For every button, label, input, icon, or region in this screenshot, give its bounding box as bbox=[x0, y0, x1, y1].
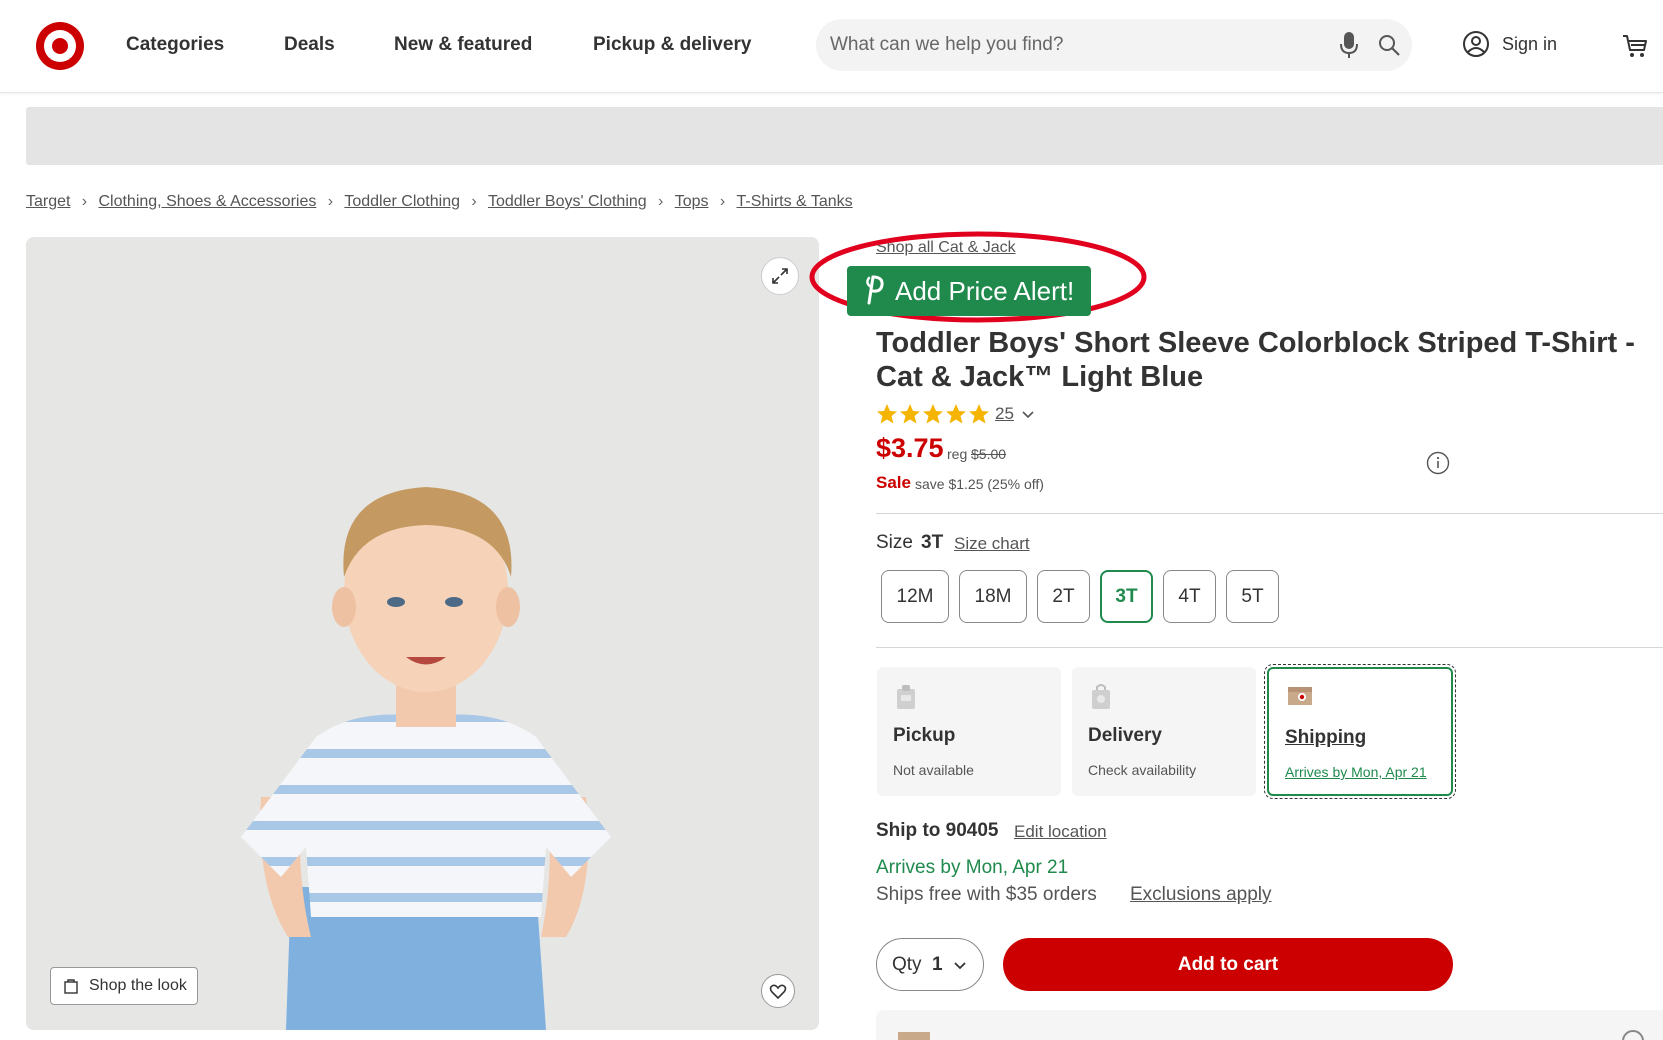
star-icon bbox=[946, 404, 966, 424]
fulfillment-status: Not available bbox=[893, 762, 974, 778]
store-icon bbox=[897, 685, 915, 709]
size-option-12m[interactable]: 12M bbox=[881, 570, 949, 623]
selected-size-value: 3T bbox=[921, 532, 944, 553]
sign-in-button[interactable]: Sign in bbox=[1462, 30, 1568, 60]
free-shipping-note: Ships free with $35 orders bbox=[876, 884, 1097, 905]
breadcrumb-link-tshirts[interactable]: T-Shirts & Tanks bbox=[736, 193, 852, 211]
exclusions-link[interactable]: Exclusions apply bbox=[1130, 884, 1272, 906]
bottom-card-partial bbox=[876, 1010, 1663, 1040]
fulfillment-card-shipping[interactable]: Shipping Arrives by Mon, Apr 21 bbox=[1264, 664, 1456, 799]
breadcrumb-link-toddler-clothing[interactable]: Toddler Clothing bbox=[344, 193, 460, 211]
cart-icon[interactable] bbox=[1621, 32, 1649, 60]
target-logo[interactable] bbox=[34, 20, 86, 72]
price-alert-label: Add Price Alert! bbox=[895, 276, 1075, 306]
nav-pickup-delivery[interactable]: Pickup & delivery bbox=[593, 30, 751, 60]
product-title: Toddler Boys' Short Sleeve Colorblock St… bbox=[876, 327, 1635, 393]
quantity-value: 1 bbox=[932, 954, 943, 975]
toddler-tshirt-photo bbox=[26, 237, 819, 1030]
expand-image-button[interactable] bbox=[761, 257, 799, 295]
chevron-right-icon: › bbox=[719, 193, 726, 210]
fulfillment-card-pickup[interactable]: Pickup Not available bbox=[877, 667, 1061, 796]
arrival-date: Arrives by Mon, Apr 21 bbox=[876, 857, 1069, 878]
size-option-2t[interactable]: 2T bbox=[1037, 570, 1090, 623]
regular-price-label: reg bbox=[947, 446, 968, 462]
size-label: Size bbox=[876, 532, 913, 553]
product-image[interactable] bbox=[26, 237, 819, 1030]
fulfillment-status: Check availability bbox=[1088, 762, 1197, 778]
regular-price: $5.00 bbox=[971, 446, 1007, 462]
shipping-box-icon bbox=[1288, 687, 1312, 705]
breadcrumb-link-toddler-boys[interactable]: Toddler Boys' Clothing bbox=[488, 193, 647, 211]
size-chart-link[interactable]: Size chart bbox=[954, 534, 1030, 554]
breadcrumb-link-tops[interactable]: Tops bbox=[675, 193, 709, 211]
price-alert-logo-icon bbox=[866, 275, 884, 305]
sale-badge: Sale bbox=[876, 473, 911, 492]
divider bbox=[876, 513, 1663, 514]
expand-icon bbox=[772, 268, 788, 284]
favorite-button[interactable] bbox=[761, 974, 795, 1008]
size-option-4t[interactable]: 4T bbox=[1163, 570, 1216, 623]
microphone-icon[interactable] bbox=[1337, 30, 1361, 60]
fulfillment-card-delivery[interactable]: Delivery Check availability bbox=[1072, 667, 1256, 796]
search-icon[interactable] bbox=[1377, 33, 1401, 57]
nav-deals[interactable]: Deals bbox=[284, 30, 335, 60]
star-rating[interactable] bbox=[876, 403, 991, 425]
fulfillment-title: Delivery bbox=[1088, 725, 1162, 746]
search-input[interactable] bbox=[830, 19, 1300, 71]
shipping-box-icon bbox=[898, 1032, 930, 1040]
savings-text: save $1.25 (25% off) bbox=[915, 476, 1044, 492]
star-icon bbox=[923, 404, 943, 424]
size-option-5t[interactable]: 5T bbox=[1226, 570, 1279, 623]
star-icon bbox=[900, 404, 920, 424]
quantity-label: Qty bbox=[892, 954, 922, 975]
chevron-right-icon: › bbox=[327, 193, 334, 210]
nav-new-featured[interactable]: New & featured bbox=[394, 30, 532, 60]
ad-placeholder-banner bbox=[26, 107, 1663, 165]
breadcrumb-link-clothing[interactable]: Clothing, Shoes & Accessories bbox=[98, 193, 316, 211]
fulfillment-title: Shipping bbox=[1285, 727, 1367, 748]
sale-price: $3.75 bbox=[876, 433, 944, 463]
ship-to-zip: Ship to 90405 bbox=[876, 820, 999, 841]
size-option-3t[interactable]: 3T bbox=[1100, 570, 1153, 623]
shopping-bag-icon bbox=[64, 979, 78, 994]
star-icon bbox=[969, 404, 989, 424]
breadcrumb-link-target[interactable]: Target bbox=[26, 193, 70, 211]
star-icon bbox=[877, 404, 897, 424]
site-header: Categories Deals New & featured Pickup &… bbox=[0, 0, 1663, 93]
breadcrumb: Target › Clothing, Shoes & Accessories ›… bbox=[26, 190, 853, 214]
info-icon[interactable] bbox=[1426, 451, 1450, 475]
nav-categories[interactable]: Categories bbox=[126, 30, 224, 60]
chevron-right-icon: › bbox=[81, 193, 88, 210]
chevron-down-icon[interactable] bbox=[1020, 406, 1036, 422]
fulfillment-status: Arrives by Mon, Apr 21 bbox=[1285, 764, 1427, 780]
add-price-alert-button[interactable]: Add Price Alert! bbox=[847, 266, 1091, 316]
fulfillment-title: Pickup bbox=[893, 725, 956, 746]
chevron-down-icon bbox=[954, 962, 966, 970]
shop-the-look-label: Shop the look bbox=[89, 977, 187, 994]
chevron-right-icon: › bbox=[658, 193, 664, 210]
shop-the-look-button[interactable]: Shop the look bbox=[50, 967, 198, 1005]
account-icon bbox=[1463, 31, 1489, 57]
review-count-link[interactable]: 25 bbox=[995, 404, 1014, 424]
shopping-bag-icon bbox=[1092, 684, 1110, 709]
edit-location-link[interactable]: Edit location bbox=[1014, 822, 1107, 842]
quantity-select[interactable]: Qty 1 bbox=[876, 938, 984, 991]
divider bbox=[876, 647, 1663, 648]
search-bar bbox=[816, 19, 1412, 71]
size-option-18m[interactable]: 18M bbox=[959, 570, 1027, 623]
heart-icon bbox=[769, 984, 787, 1000]
sign-in-label: Sign in bbox=[1502, 34, 1558, 54]
chevron-right-icon: › bbox=[471, 193, 477, 210]
add-to-cart-button[interactable]: Add to cart bbox=[1003, 938, 1453, 991]
